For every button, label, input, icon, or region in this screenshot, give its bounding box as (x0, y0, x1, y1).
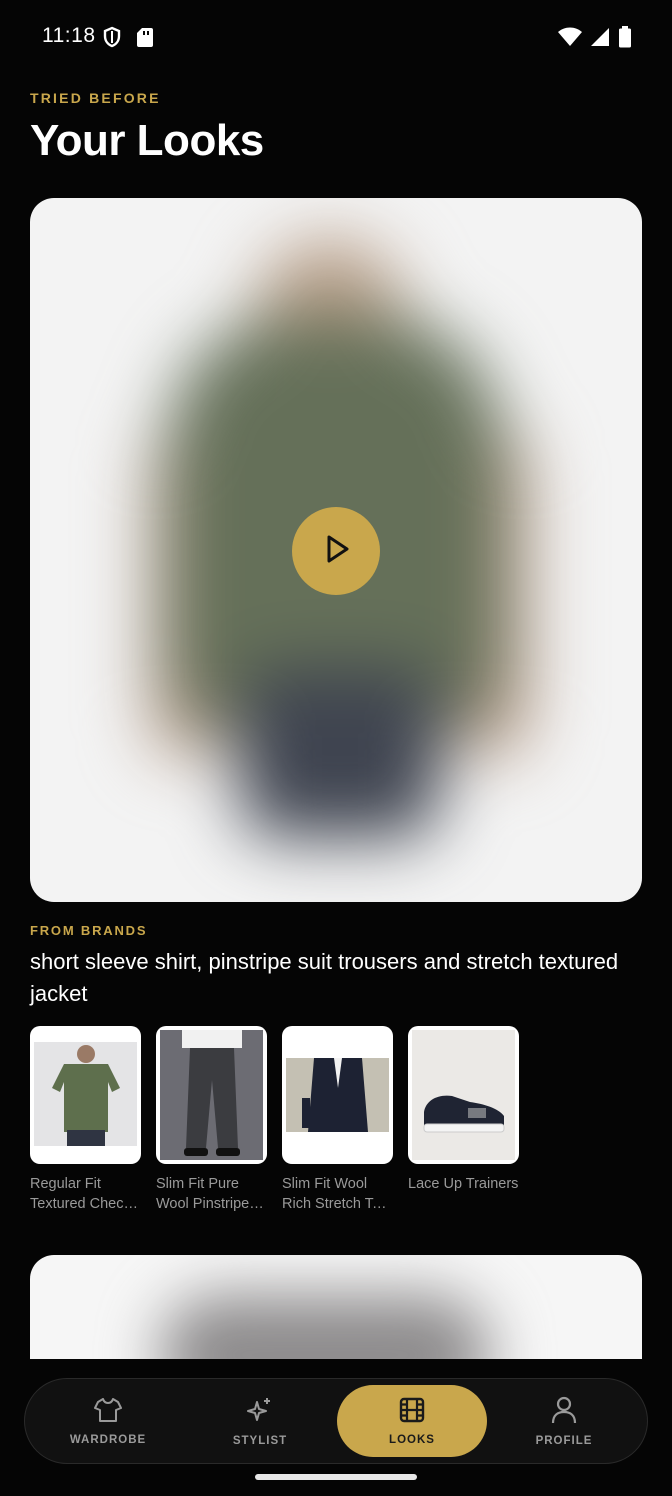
product-name-line1: Slim Fit Wool (282, 1176, 368, 1192)
page-title: Your Looks (30, 116, 264, 165)
nav-item-looks[interactable]: LOOKS (337, 1385, 487, 1457)
nav-label-profile: PROFILE (535, 1434, 593, 1447)
cell-signal-icon (590, 27, 610, 52)
sd-card-icon (136, 26, 154, 53)
shirt-icon (94, 1397, 122, 1428)
battery-icon (618, 26, 632, 53)
product-list: Regular Fit Textured Check Short Sleeve … (30, 1026, 519, 1214)
product-name-line2: Textured Check Short Sleeve Shirt (30, 1196, 141, 1212)
film-icon (399, 1397, 425, 1428)
wifi-icon (558, 27, 582, 52)
look-description: short sleeve shirt, pinstripe suit trous… (30, 949, 619, 1006)
bottom-nav: WARDROBE STYLIST LOOKS PROFILE (24, 1378, 648, 1464)
product-name-line1: Slim Fit Pure (156, 1176, 239, 1192)
product-thumbnail (282, 1026, 393, 1164)
shield-icon (102, 26, 122, 53)
product-name-line1: Regular Fit (30, 1176, 101, 1192)
section-eyebrow: TRIED BEFORE (30, 90, 161, 106)
status-time: 11:18 (42, 24, 96, 47)
home-indicator[interactable] (255, 1474, 417, 1480)
play-icon (319, 532, 353, 571)
product-name-line1: Lace Up Trainers (408, 1176, 519, 1192)
look-video-card-2[interactable] (30, 1255, 642, 1359)
nav-label-stylist: STYLIST (232, 1434, 288, 1447)
from-brands-label: FROM BRANDS (30, 923, 148, 938)
sparkles-icon (246, 1396, 274, 1429)
product-name-line2: Wool Pinstripe Suit Trousers (156, 1196, 267, 1212)
product-thumbnail (408, 1026, 519, 1164)
product-card-trainers[interactable]: Lace Up Trainers (408, 1026, 519, 1214)
product-name-line2: Rich Stretch Textured Jacket (282, 1196, 393, 1212)
nav-item-stylist[interactable]: STYLIST (185, 1379, 335, 1463)
product-card-trousers[interactable]: Slim Fit Pure Wool Pinstripe Suit Trouse… (156, 1026, 267, 1214)
product-card-jacket[interactable]: Slim Fit Wool Rich Stretch Textured Jack… (282, 1026, 393, 1214)
product-thumbnail (30, 1026, 141, 1164)
look-preview-image (160, 1295, 490, 1359)
look-video-card[interactable] (30, 198, 642, 902)
status-bar: 11:18 (0, 0, 672, 76)
nav-label-looks: LOOKS (389, 1433, 435, 1446)
nav-item-wardrobe[interactable]: WARDROBE (33, 1379, 183, 1463)
nav-item-profile[interactable]: PROFILE (489, 1379, 639, 1463)
person-icon (551, 1396, 577, 1429)
nav-label-wardrobe: WARDROBE (69, 1433, 147, 1446)
product-card-shirt[interactable]: Regular Fit Textured Check Short Sleeve … (30, 1026, 141, 1214)
product-thumbnail (156, 1026, 267, 1164)
play-button[interactable] (292, 507, 380, 595)
